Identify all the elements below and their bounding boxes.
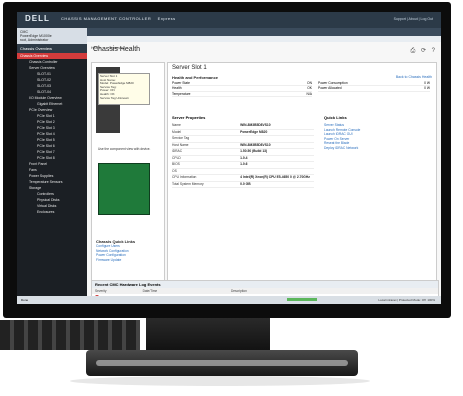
property-key: OS <box>172 168 177 173</box>
property-value: OK <box>307 86 312 91</box>
health-title: Health and Performance <box>172 75 219 80</box>
property-value: PowerEdge M820 <box>240 129 268 134</box>
property-value: WIN-8M3B5D8VS10 <box>240 142 271 147</box>
log-title: Recent CMC Hardware Log Events <box>92 281 438 288</box>
back-to-chassis-link[interactable]: Back to Chassis Health <box>396 75 432 79</box>
server-details-panel: Server Slot 1 Health and Performance Bac… <box>167 62 437 286</box>
property-row: Total System Memory 0.0 GB <box>172 181 314 188</box>
property-key: Model <box>172 129 181 134</box>
property-value: 4 Intel(R) Xeon(R) CPU E5-4650 0 @ 2.70G… <box>240 175 310 179</box>
stand-highlight <box>96 360 348 366</box>
property-value <box>240 136 314 142</box>
page-title: Chassis Health <box>93 46 141 53</box>
chassis-rear-image[interactable] <box>98 163 150 215</box>
help-icon[interactable]: ? <box>432 48 435 54</box>
sidebar-header-line: root, Administrator <box>20 38 49 42</box>
property-value: N/A <box>306 91 313 96</box>
property-value <box>240 169 314 175</box>
screen: DELL CHASSIS MANAGEMENT CONTROLLER Expre… <box>17 12 441 304</box>
monitor-stand-neck <box>146 318 270 352</box>
property-value: 1.50.50 (Build 13) <box>240 149 268 153</box>
power-table: Power Consumption 0 W Power Allocated 0 W <box>318 81 430 92</box>
stand-shadow <box>70 376 370 386</box>
sidebar: CMC PowerEdge M1000e root, Administrator… <box>17 28 87 296</box>
health-table: Power State ON Health OK Temperature N/A <box>172 81 313 98</box>
property-value: 0 W <box>424 81 430 85</box>
chassis-quick-link[interactable]: Firmware Update <box>96 258 160 263</box>
property-key: Power Allocated <box>318 86 342 91</box>
property-value: 0 W <box>424 86 430 91</box>
log-col-description: Description <box>230 289 247 293</box>
property-key: Power State <box>172 81 190 85</box>
top-links[interactable]: Support | About | Log Out <box>394 17 433 21</box>
browser-status-bar: Done Local intranet | Protected Mode: Of… <box>17 296 441 304</box>
quick-links: Server Status Launch Remote Console Launch… <box>324 123 424 150</box>
subtab-bar: Health Summary <box>87 36 441 50</box>
properties-title: Server Properties <box>172 115 206 120</box>
sidebar-header: CMC PowerEdge M1000e root, Administrator <box>17 28 87 44</box>
page-toolbar: ⎙ ⟳ ? <box>406 47 435 55</box>
property-key: Host Name <box>172 142 189 147</box>
sidebar-title: Chassis Overview <box>17 44 87 53</box>
property-row: Power Allocated 0 W <box>318 86 430 92</box>
property-key: Temperature <box>172 91 191 96</box>
chassis-quick-links: Chassis Quick Links Configure Users Netwo… <box>96 239 160 279</box>
property-key: Power Consumption <box>318 81 348 85</box>
property-key: Health <box>172 86 182 91</box>
property-value: ON <box>307 81 312 85</box>
chassis-caption: Use the component view with device. <box>98 147 151 151</box>
properties-table: Name WIN-8M3B5D8VS10 Model PowerEdge M820 Se… <box>172 123 314 188</box>
title-bar: DELL CHASSIS MANAGEMENT CONTROLLER Expre… <box>17 12 441 28</box>
log-col-datetime: Date/Time <box>142 289 158 293</box>
progress-bar <box>287 298 317 301</box>
main-content: PropertiesSetupPowerLogsNetworkUser Auth… <box>87 28 441 304</box>
server-title: Server Slot 1 <box>172 65 207 71</box>
server-tooltip: Server Slot 1 Host Name: Model: PowerEdge… <box>98 73 150 105</box>
status-zone: Local intranet | Protected Mode: Off 100… <box>378 298 435 302</box>
property-key: iDRAC <box>172 149 183 153</box>
property-key: CPLD <box>172 155 181 160</box>
sidebar-item[interactable]: Enclosures <box>17 209 87 215</box>
status-text: Done <box>21 298 29 302</box>
log-col-severity: Severity <box>95 289 107 293</box>
server-quick-link[interactable]: Deploy iDRAC Network <box>324 146 424 151</box>
chassis-graphics-panel: Server Slot 1 Host Name: Model: PowerEdge… <box>91 62 165 286</box>
print-icon[interactable]: ⎙ <box>410 48 415 54</box>
property-key: CPU Information <box>172 175 197 179</box>
background-keyboard <box>0 320 140 350</box>
property-key: Total System Memory <box>172 181 204 186</box>
tab-bar: PropertiesSetupPowerLogsNetworkUser Auth… <box>87 28 441 44</box>
dell-logo: DELL <box>25 14 50 23</box>
tooltip-line: Service Tag Unknown <box>100 95 129 100</box>
property-key: BIOS <box>172 162 180 166</box>
property-value: 1.0.6 <box>240 162 248 166</box>
property-value: 1.0.4 <box>240 155 248 160</box>
refresh-icon[interactable]: ⟳ <box>421 48 426 54</box>
app-title: CHASSIS MANAGEMENT CONTROLLER Express <box>61 16 176 21</box>
quick-links-title: Quick Links <box>324 115 347 120</box>
property-value: WIN-8M3B5D8VS10 <box>240 123 271 127</box>
property-row: Temperature N/A <box>172 91 313 98</box>
property-key: Service Tag <box>172 136 190 140</box>
property-key: Name <box>172 123 181 127</box>
monitor: DELL CHASSIS MANAGEMENT CONTROLLER Expre… <box>3 2 451 318</box>
property-value: 0.0 GB <box>240 181 251 186</box>
